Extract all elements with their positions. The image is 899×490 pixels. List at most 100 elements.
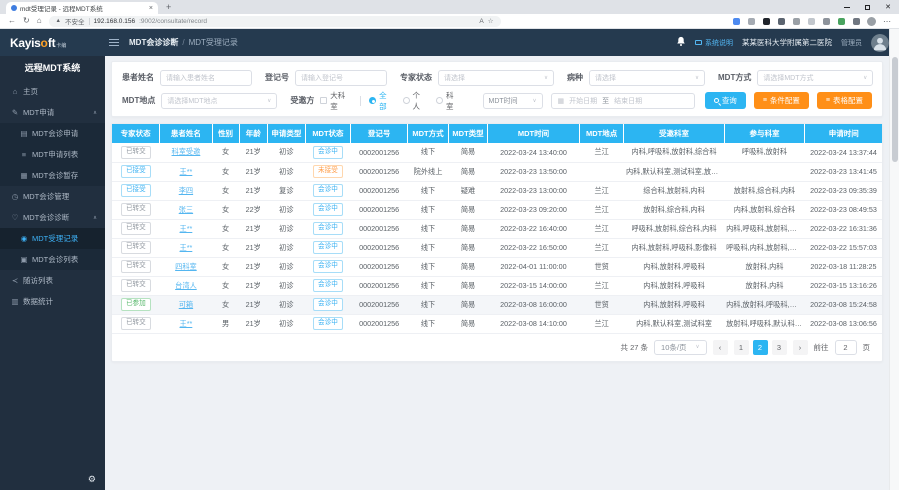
table-row[interactable]: 已转交王**男21岁初诊会诊中0002001256线下简易2022-03-08 … (112, 314, 882, 333)
cell-invited-depts: 内科,默认科室,测试科室,放射科 (624, 162, 724, 181)
browser-tab[interactable]: mdt受理记录 - 远程MDT系统 × (6, 2, 158, 14)
radio-personal[interactable]: 个人 (403, 90, 427, 112)
cell-age: 21岁 (239, 314, 267, 333)
page-button-2[interactable]: 2 (753, 340, 768, 355)
cell-joined-depts (724, 162, 805, 181)
sidebar-item[interactable]: ◉MDT受理记录 (0, 228, 105, 249)
prev-page-button[interactable]: ‹ (713, 340, 728, 355)
sidebar-collapse-icon[interactable] (109, 39, 119, 46)
table-row[interactable]: 已接受李四女21岁复诊会诊中0002001256线下疑难2022-03-23 1… (112, 181, 882, 200)
cell-invited-depts: 内科,放射科,呼吸科 (624, 276, 724, 295)
page-size-select[interactable]: 10条/页∨ (654, 340, 706, 355)
goto-page-input[interactable]: 2 (835, 340, 857, 355)
sidebar-item-label: 数据统计 (23, 296, 53, 307)
cell-patient: 台湾人 (160, 276, 212, 295)
bell-icon[interactable] (676, 36, 686, 49)
extension-icon-7[interactable] (823, 18, 830, 25)
extension-icon-9[interactable] (853, 18, 860, 25)
sidebar-item[interactable]: ▤MDT会诊申请 (0, 123, 105, 144)
sidebar-item[interactable]: ≡MDT申请列表 (0, 144, 105, 165)
sidebar-item[interactable]: ≺随访列表 (0, 270, 105, 291)
patient-name-link[interactable]: 王** (180, 319, 193, 328)
expert-status-label: 专家状态 (400, 72, 432, 83)
next-page-button[interactable]: › (793, 340, 808, 355)
extension-icon-3[interactable] (763, 18, 770, 25)
cell-invited-depts: 综合科,放射科,内科 (624, 181, 724, 200)
chevron-down-icon: ∨ (532, 98, 536, 104)
patient-name-link[interactable]: 王** (180, 224, 193, 233)
reload-icon[interactable]: ↻ (23, 17, 30, 25)
dept-group-checkbox[interactable] (320, 97, 327, 104)
home-icon[interactable]: ⌂ (37, 17, 42, 25)
patient-name-link[interactable]: 王** (180, 243, 193, 252)
gear-icon[interactable]: ⚙ (88, 474, 96, 485)
address-input[interactable]: ▲ 不安全 192.168.0.156 :9002/consultate/rec… (49, 16, 501, 27)
cell-register-no: 0002001256 (351, 219, 408, 238)
read-aloud-icon[interactable]: A (479, 18, 483, 25)
breadcrumb-page: MDT受理记录 (189, 37, 238, 48)
sidebar-item[interactable]: ▦MDT会诊暂存 (0, 165, 105, 186)
new-tab-button[interactable]: + (166, 1, 171, 14)
disease-select[interactable]: 请选择∨ (589, 70, 705, 86)
patient-name-link[interactable]: 李四 (179, 186, 193, 195)
condition-config-button[interactable]: ≡ 条件配置 (754, 92, 809, 109)
cell-mdt-mode: 线下 (408, 219, 449, 238)
user-avatar[interactable] (871, 34, 889, 52)
register-no-input[interactable]: 请输入登记号 (295, 70, 387, 86)
mdt-place-select[interactable]: 请选择MDT地点∨ (161, 93, 277, 109)
scrollbar-thumb[interactable] (892, 57, 898, 162)
patient-name-link[interactable]: 台湾人 (175, 281, 197, 290)
window-close-button[interactable]: ✕ (885, 4, 891, 11)
sidebar-item[interactable]: ▣MDT会诊列表 (0, 249, 105, 270)
table-config-button[interactable]: ≡ 表格配置 (817, 92, 872, 109)
system-note-link[interactable]: 系统说明 (695, 38, 733, 48)
cell-joined-depts: 放射科,内科 (724, 276, 805, 295)
patient-name-link[interactable]: 王** (180, 167, 193, 176)
tab-close-icon[interactable]: × (149, 5, 153, 12)
patient-name-link[interactable]: 可箱 (179, 300, 193, 309)
patient-name-link[interactable]: 四科室 (175, 262, 197, 271)
table-row[interactable]: 已转交王**女21岁初诊会诊中0002001256线下简易2022-03-22 … (112, 238, 882, 257)
extension-icon-6[interactable] (808, 18, 815, 25)
browser-more-icon[interactable]: ⋯ (883, 17, 891, 26)
radio-all[interactable]: 全部 (369, 90, 393, 112)
mdt-mode-select[interactable]: 请选择MDT方式∨ (757, 70, 873, 86)
patient-name-link[interactable]: 科室受邀 (172, 147, 201, 156)
cell-gender: 女 (212, 181, 239, 200)
window-maximize-button[interactable] (865, 5, 870, 10)
table-row[interactable]: 已转交台湾人女21岁初诊会诊中0002001256线下简易2022-03-15 … (112, 276, 882, 295)
cell-register-no: 0002001256 (351, 295, 408, 314)
invitee-label: 受邀方 (290, 95, 314, 106)
sidebar-item[interactable]: ♡MDT会诊诊断∧ (0, 207, 105, 228)
sidebar-item[interactable]: ▥数据统计 (0, 291, 105, 312)
patient-name-input[interactable]: 请输入患者姓名 (160, 70, 252, 86)
table-row[interactable]: 已转交王**女21岁初诊会诊中0002001256线下简易2022-03-22 … (112, 219, 882, 238)
query-button[interactable]: 查询 (705, 92, 746, 109)
table-row[interactable]: 已转交科室受邀女21岁初诊会诊中0002001256线下简易2022-03-24… (112, 143, 882, 162)
table-row[interactable]: 已转交张三女22岁初诊会诊中0002001256线下简易2022-03-23 0… (112, 200, 882, 219)
cell-apply-type: 初诊 (268, 257, 306, 276)
expert-status-select[interactable]: 请选择∨ (438, 70, 554, 86)
radio-dept[interactable]: 科室 (436, 90, 460, 112)
table-row[interactable]: 已接受王**女21岁初诊未接受0002001256院外线上简易2022-03-2… (112, 162, 882, 181)
cell-mdt-time: 2022-03-22 16:50:00 (488, 238, 580, 257)
favorite-star-icon[interactable]: ☆ (488, 17, 494, 25)
sidebar-item[interactable]: ◷MDT会诊管理 (0, 186, 105, 207)
browser-profile-avatar[interactable] (867, 17, 876, 26)
extension-icon-4[interactable] (778, 18, 785, 25)
extension-icon-8[interactable] (838, 18, 845, 25)
mdt-time-select[interactable]: MDT时间∨ (483, 93, 543, 109)
window-minimize-button[interactable] (844, 7, 850, 8)
page-button-3[interactable]: 3 (772, 340, 787, 355)
extension-icon-2[interactable] (748, 18, 755, 25)
page-button-1[interactable]: 1 (734, 340, 749, 355)
extension-icon-1[interactable] (733, 18, 740, 25)
patient-name-link[interactable]: 张三 (179, 205, 193, 214)
table-row[interactable]: 已转交四科室女21岁初诊会诊中0002001256线下简易2022-04-01 … (112, 257, 882, 276)
sidebar-item[interactable]: ⌂主页 (0, 81, 105, 102)
table-row[interactable]: 已参加可箱女21岁初诊会诊中0002001256线下简易2022-03-08 1… (112, 295, 882, 314)
date-range-input[interactable]: ▦ 开始日期 至 结束日期 (551, 93, 695, 109)
sidebar-item[interactable]: ✎MDT申请∧ (0, 102, 105, 123)
extension-icon-5[interactable] (793, 18, 800, 25)
back-icon[interactable]: ← (8, 17, 16, 25)
